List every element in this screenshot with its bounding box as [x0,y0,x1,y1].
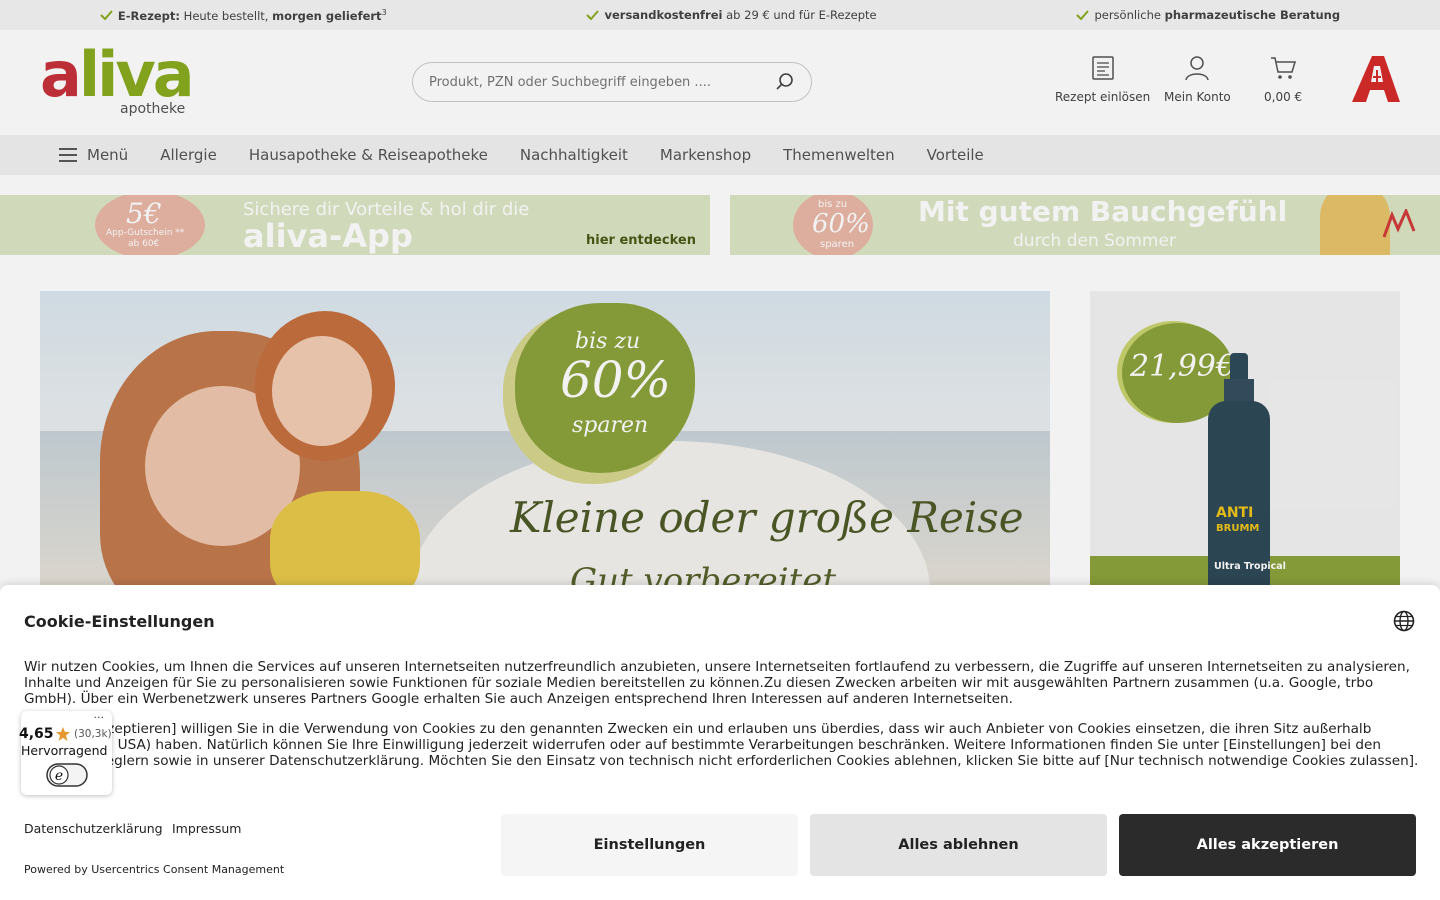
nav-item-nachhaltigkeit[interactable]: Nachhaltigkeit [520,146,628,164]
product-price: 21,99€ [1130,349,1235,384]
rezept-label: Rezept einlösen [1055,90,1151,104]
cookie-consent-banner: Cookie-Einstellungen Wir nutzen Cookies,… [0,585,1440,900]
promo-cta-link[interactable]: hier entdecken [586,233,696,248]
cookie-title: Cookie-Einstellungen [24,612,215,631]
usp-text: Heute bestellt, [183,8,269,23]
site-header: aliva apotheke Rezept einlösen Mein Kont… [0,30,1440,135]
user-icon [1185,56,1210,81]
logo-subtitle: apotheke [120,101,186,117]
hero-badge-value: 60% [560,351,672,409]
rating-count: (30,3k) [74,728,112,740]
hero-child-shirt [270,491,420,591]
usp-bar: E-Rezept: Heute bestellt, morgen geliefe… [0,0,1440,30]
powered-by-text: Powered by Usercentrics Consent Manageme… [24,863,285,876]
promo-badge-value: 60% [812,209,870,239]
usp-text: persönliche [1094,8,1161,22]
trusted-shops-e-icon: e [46,763,88,787]
menu-button[interactable]: Menü [58,146,128,164]
usp-item-shipping: versandkostenfrei ab 29 € und für E-Reze… [586,8,877,22]
more-options-icon[interactable]: ··· [94,711,105,724]
deny-all-button[interactable]: Alles ablehnen [810,814,1107,876]
hero-banner[interactable]: bis zu 60% sparen Kleine oder große Reis… [40,291,1050,591]
star-icon [56,727,70,741]
cart-button[interactable]: 0,00 € [1264,54,1302,104]
main-nav: Menü Allergie Hausapotheke & Reiseapothe… [0,135,1440,175]
nav-item-themenwelten[interactable]: Themenwelten [783,146,895,164]
search-bar [412,62,812,102]
person-belly-image [1320,195,1390,255]
trusted-shops-e-letter: e [55,768,63,784]
nav-item-markenshop[interactable]: Markenshop [660,146,751,164]
search-icon[interactable] [775,72,795,92]
zigzag-icon [1382,209,1416,238]
hero-badge-text: sparen [572,413,649,438]
account-label: Mein Konto [1164,90,1231,104]
trusted-shops-badge[interactable]: ··· 4,65 (30,3k) Hervorragend e [19,711,112,795]
hamburger-icon [59,148,77,162]
rating-label: Hervorragend [21,743,108,758]
promo-badge-value: 5€ [126,197,162,230]
apotheke-a-icon [1352,56,1400,102]
cart-icon [1271,57,1297,79]
usp-text: E-Rezept: [117,8,181,23]
usp-item-erezept: E-Rezept: Heute bestellt, morgen geliefe… [100,7,387,23]
privacy-policy-link[interactable]: Datenschutzerklärung [24,821,163,836]
imprint-link[interactable]: Impressum [172,821,241,836]
menu-label: Menü [87,146,129,164]
rezept-einloesen-button[interactable]: Rezept einlösen [1055,54,1150,104]
my-account-button[interactable]: Mein Konto [1164,54,1231,104]
promo-badge-text: ab 60€ [128,239,160,249]
hero-child-face [272,336,372,446]
cookie-settings-button[interactable]: Einstellungen [501,814,798,876]
usp-text: pharmazeutische Beratung [1164,8,1341,22]
prescription-icon [1091,56,1114,80]
usp-text: ab 29 € und für E-Rezepte [726,8,877,22]
promo-badge-text: App-Gutschein ** [106,228,185,238]
usp-text: versandkostenfrei [604,8,723,22]
bottle-product-name: Ultra Tropical [1214,561,1286,572]
accept-all-button[interactable]: Alles akzeptieren [1119,814,1416,876]
promo-app-name: aliva-App [243,217,413,255]
bottle-brand-line1: ANTI [1216,505,1254,521]
promo-subline: durch den Sommer [1013,231,1176,251]
promo-banner-bauchgefuehl[interactable]: bis zu 60% sparen Mit gutem Bauchgefühl … [730,195,1440,255]
bottle-brand-line2: BRUMM [1216,523,1260,534]
search-input[interactable] [429,74,775,90]
bottle-brand: ANTI BRUMM [1216,506,1259,536]
cookie-description: Wir nutzen Cookies, um Ihnen die Service… [24,659,1410,708]
check-icon [100,10,113,20]
promo-banner-app[interactable]: 5€ App-Gutschein ** ab 60€ Sichere dir V… [0,195,710,255]
logo-letter: a [40,38,82,111]
cookie-consent-details: Mit [Alles akzeptieren] willigen Sie in … [24,721,1419,770]
nav-item-hausapotheke[interactable]: Hausapotheke & Reiseapotheke [249,146,488,164]
language-globe-icon[interactable] [1393,610,1415,632]
promo-headline: Mit gutem Bauchgefühl [918,195,1288,228]
promo-badge-text: sparen [820,239,855,250]
cart-total: 0,00 € [1264,90,1303,104]
nav-item-allergie[interactable]: Allergie [160,146,217,164]
nav-item-vorteile[interactable]: Vorteile [927,146,984,164]
hero-product-teaser[interactable]: 21,99€ ANTI BRUMM Ultra Tropical [1090,291,1400,591]
check-icon [586,10,600,20]
usp-text: morgen geliefert [272,8,382,23]
rating-score: 4,65 [19,726,54,742]
aliva-logo[interactable]: aliva apotheke [40,44,195,120]
footnote-mark: 3 [381,7,387,17]
hero-headline: Kleine oder große Reise [510,493,1024,542]
check-icon [1076,10,1090,20]
usp-item-advice: persönliche pharmazeutische Beratung [1076,8,1340,22]
